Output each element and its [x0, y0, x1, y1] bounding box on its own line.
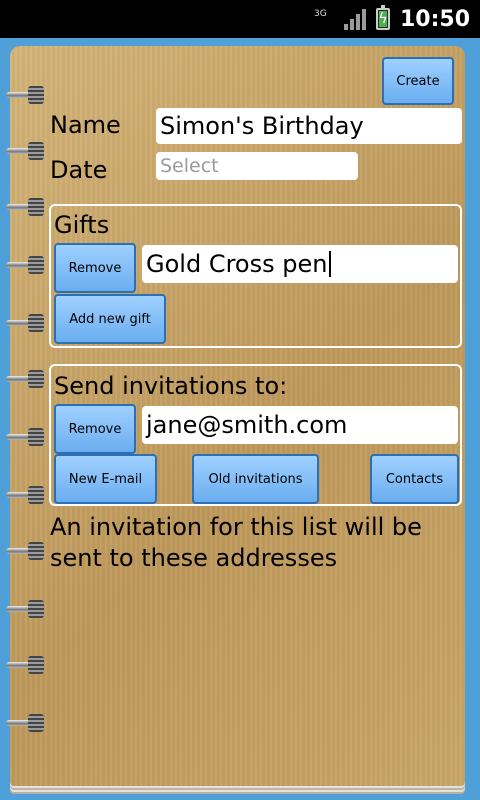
create-button[interactable]: Create — [382, 57, 454, 105]
status-bar: 3G ϟ 10:50 — [0, 0, 480, 38]
old-invitations-button[interactable]: Old invitations — [192, 454, 319, 504]
signal-icon — [343, 8, 366, 30]
spiral-ring-icon — [6, 428, 48, 446]
new-email-button[interactable]: New E-mail — [54, 454, 157, 504]
spiral-ring-icon — [6, 256, 48, 274]
invitation-note-line-1: An invitation for this list will be — [50, 513, 422, 541]
gift-input[interactable]: Gold Cross pen — [142, 245, 458, 283]
contacts-button[interactable]: Contacts — [370, 454, 459, 504]
spiral-ring-icon — [6, 314, 48, 332]
network-label: 3G — [313, 9, 327, 19]
remove-gift-button[interactable]: Remove — [54, 243, 136, 293]
spiral-ring-icon — [6, 86, 48, 104]
spiral-ring-icon — [6, 142, 48, 160]
spiral-ring-icon — [6, 600, 48, 618]
clock: 10:50 — [399, 6, 470, 32]
text-cursor — [329, 251, 332, 277]
status-icons: 3G ϟ 10:50 — [314, 0, 470, 38]
spiral-ring-icon — [6, 198, 48, 216]
network-3g-icon: 3G — [314, 7, 334, 31]
name-label: Name — [50, 111, 121, 139]
spiral-ring-icon — [6, 486, 48, 504]
invitation-note: An invitation for this list will be sent… — [50, 512, 422, 574]
gifts-title: Gifts — [54, 211, 110, 239]
invitation-note-line-2: sent to these addresses — [50, 544, 338, 572]
add-gift-button[interactable]: Add new gift — [54, 294, 166, 344]
spiral-ring-icon — [6, 370, 48, 388]
spiral-ring-icon — [6, 714, 48, 732]
remove-email-button[interactable]: Remove — [54, 404, 136, 454]
name-input[interactable]: Simon's Birthday — [156, 108, 462, 144]
invitations-title: Send invitations to: — [54, 372, 288, 400]
date-label: Date — [50, 156, 108, 184]
battery-charging-icon: ϟ — [375, 5, 390, 30]
spiral-ring-icon — [6, 542, 48, 560]
email-input[interactable]: jane@smith.com — [142, 406, 458, 444]
gift-input-value: Gold Cross pen — [146, 250, 328, 278]
spiral-ring-icon — [6, 656, 48, 674]
date-picker[interactable]: Select — [156, 152, 358, 180]
